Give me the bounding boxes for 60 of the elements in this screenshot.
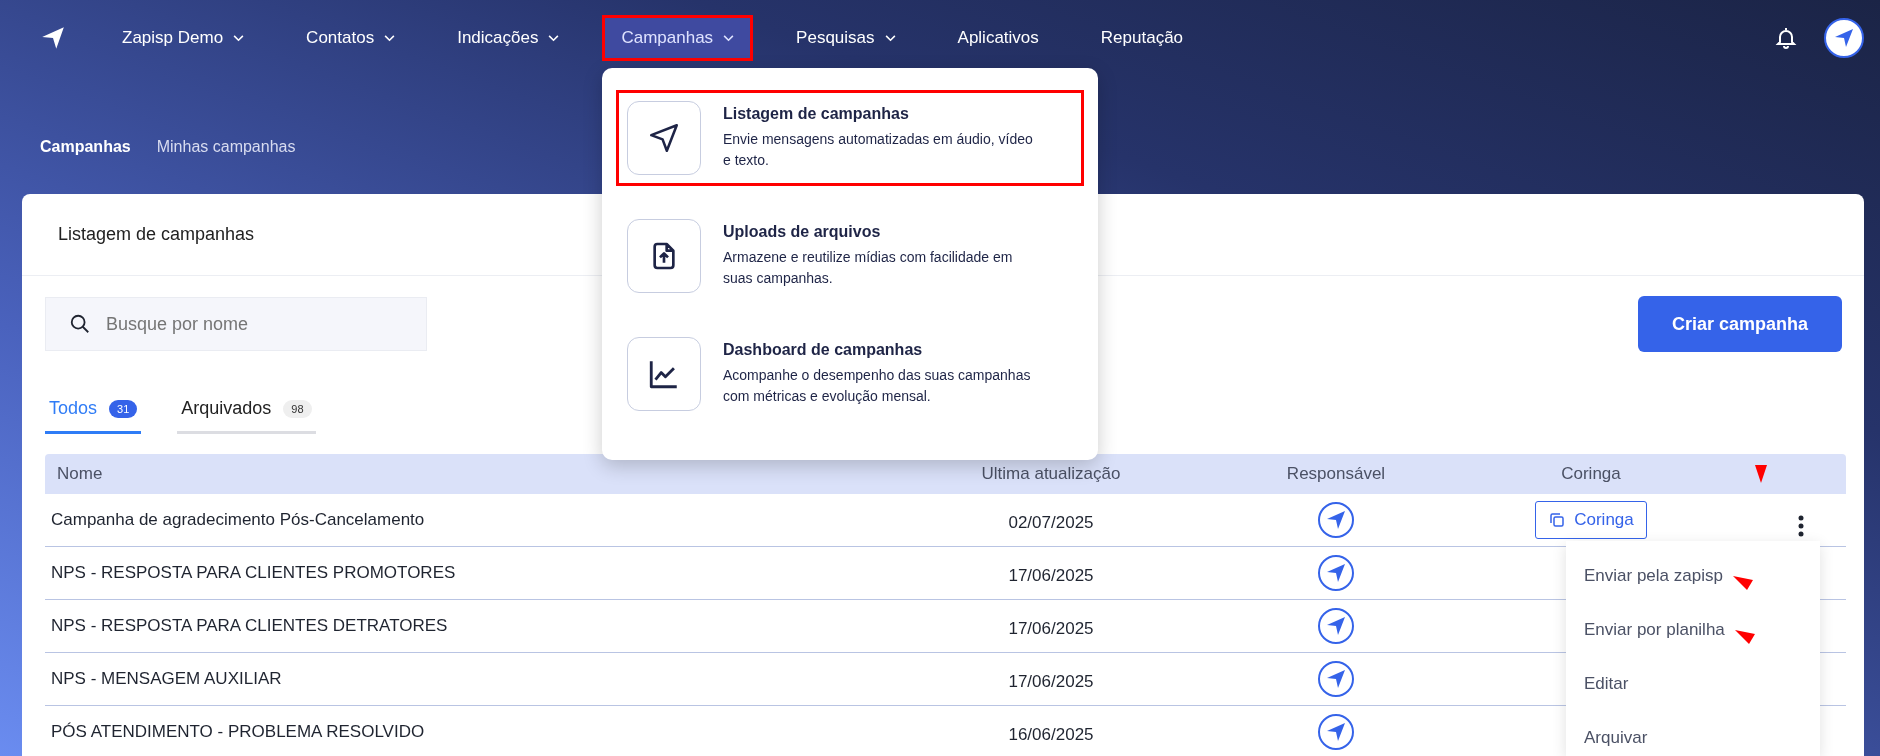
campaign-name: NPS - MENSAGEM AUXILIAR: [50, 669, 283, 689]
tab-label: Todos: [49, 398, 98, 419]
menu-item[interactable]: Editar: [1584, 674, 1629, 694]
campaign-name: NPS - RESPOSTA PARA CLIENTES DETRATORES: [50, 616, 449, 636]
menu-item[interactable]: Arquivar: [1584, 728, 1648, 748]
avatar-icon[interactable]: [1824, 18, 1864, 58]
nav-menu-item[interactable]: Contatos: [288, 16, 414, 60]
nav-menu-item[interactable]: Aplicativos: [939, 16, 1057, 60]
nav-menu-item[interactable]: Campanhas: [603, 16, 753, 60]
avatar-icon: [1318, 661, 1354, 697]
menu-item-title: Dashboard de campanhas: [723, 341, 924, 359]
search-field[interactable]: Busque por nome: [45, 297, 427, 351]
navigation-arrow-icon: [647, 121, 681, 155]
bell-icon[interactable]: [1774, 26, 1798, 50]
tab[interactable]: Todos 31: [45, 398, 142, 434]
menu-item-description: Acompanhe o desempenho das suas campanhas com métricas e evolução mensal.: [723, 366, 1032, 406]
campaign-name: NPS - RESPOSTA PARA CLIENTES PROMOTORES: [50, 563, 457, 583]
nav-menu-item[interactable]: Zapisp Demo: [104, 16, 263, 60]
column-header: Nome: [56, 464, 104, 484]
menu-item-title: Uploads de arquivos: [723, 223, 882, 241]
count-badge: 98: [283, 399, 312, 418]
search-icon: [69, 313, 91, 335]
menu-item-title: Listagem de campanhas: [723, 105, 910, 123]
breadcrumb-item[interactable]: Campanhas: [40, 138, 131, 156]
menu-item[interactable]: Dashboard de campanhas Acompanhe o desempenho das suas campanhas com métricas e evolução mensal.: [616, 326, 1084, 422]
date-cell-text: 17/06/2025: [1007, 671, 1095, 692]
tab-label: Arquivados: [181, 398, 272, 419]
column-header: Ultima atualização: [980, 464, 1122, 484]
date-cell-text: 02/07/2025: [1007, 512, 1095, 533]
menu-item[interactable]: Enviar por planilha: [1584, 620, 1725, 640]
chevron-down-icon: [233, 34, 245, 42]
chevron-down-icon: [884, 34, 896, 42]
menu-item-description: Envie mensagens automatizadas em áudio, vídeo e texto.: [723, 130, 1033, 170]
menu-item[interactable]: Enviar pela zapisp: [1584, 566, 1723, 586]
column-header: Coringa: [1560, 464, 1622, 484]
count-badge: 31: [109, 399, 138, 418]
date-cell-text: 17/06/2025: [1007, 618, 1095, 639]
date-cell-text: 17/06/2025: [1007, 565, 1095, 586]
campaign-name: PÓS ATENDIMENTO - PROBLEMA RESOLVIDO: [50, 722, 426, 742]
campaign-name: Campanha de agradecimento Pós-Cancelamento: [50, 510, 426, 530]
date-cell-text: 16/06/2025: [1007, 724, 1095, 745]
chevron-down-icon: [723, 34, 735, 42]
chevron-down-icon: [548, 34, 560, 42]
breadcrumb-item[interactable]: Minhas campanhas: [156, 138, 296, 156]
avatar-icon: [1318, 555, 1354, 591]
column-header: Responsável: [1285, 464, 1387, 484]
more-options-icon[interactable]: [1798, 515, 1804, 537]
avatar-icon: [1318, 502, 1354, 538]
menu-item[interactable]: Listagem de campanhas Envie mensagens automatizadas em áudio, vídeo e texto.: [616, 90, 1084, 186]
copy-icon: [1548, 511, 1567, 529]
nav-menu-item[interactable]: Pesquisas: [778, 16, 914, 60]
tab[interactable]: Arquivados 98: [177, 398, 316, 434]
create-campaign-button[interactable]: Criar campanha: [1638, 296, 1842, 352]
nav-menu-item[interactable]: Indicações: [439, 16, 578, 60]
logo-icon[interactable]: [40, 25, 66, 51]
nav-menu-item[interactable]: Reputação: [1082, 16, 1202, 60]
avatar-icon: [1318, 608, 1354, 644]
avatar-icon: [1318, 714, 1354, 750]
chevron-down-icon: [384, 34, 396, 42]
coringa-button[interactable]: Coringa: [1535, 501, 1647, 539]
